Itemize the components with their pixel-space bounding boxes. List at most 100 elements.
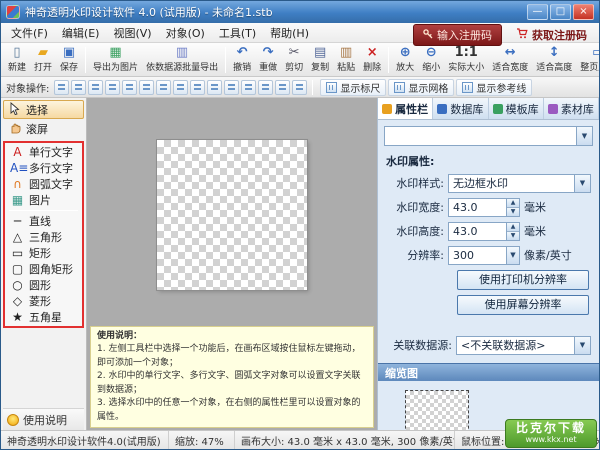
shape-tool-button[interactable]: ─ 直线 (6, 213, 81, 229)
toolbar-button[interactable]: ▤ 复制 (307, 44, 333, 75)
get-registration-code-label: 获取注册码 (532, 27, 587, 43)
menu-item[interactable]: 编辑(E) (55, 23, 107, 43)
multi-line-text-icon: A≡ (10, 162, 25, 174)
same-height-icon[interactable] (173, 80, 188, 95)
toolbar-button-label: 新建 (8, 60, 26, 73)
shape-tool-button[interactable]: ▦ 图片 (6, 192, 81, 208)
same-width-icon[interactable] (156, 80, 171, 95)
panel-tab[interactable]: 模板库 (489, 98, 544, 119)
toolbar-button[interactable]: ↷ 重做 (255, 44, 281, 75)
spin-up-icon[interactable]: ▲ (507, 199, 519, 208)
resolution-value: 300 (449, 249, 506, 262)
shape-tool-button[interactable]: ○ 圆形 (6, 277, 81, 293)
panel-tab-label: 模板库 (506, 101, 539, 117)
canvas-area[interactable]: 使用说明： 1. 左侧工具栏中选择一个功能后，在画布区域按住鼠标左键拖动，即可添… (87, 98, 377, 430)
shape-tool-label: 圆角矩形 (29, 261, 73, 277)
rounded-rectangle-icon: ▢ (10, 263, 25, 275)
instruction-line: 3. 选择水印中的任意一个对象，在右侧的属性栏里可以设置对象的属性。 (97, 397, 367, 424)
shape-tool-button[interactable]: A≡ 多行文字 (6, 160, 81, 176)
delete-icon: × (367, 46, 378, 60)
spin-up-icon[interactable]: ▲ (507, 223, 519, 232)
send-to-back-icon[interactable] (258, 80, 273, 95)
watermark-canvas[interactable] (157, 140, 307, 290)
align-center-horizontal-icon[interactable] (71, 80, 86, 95)
toolbar-button-label: 整页显示 (580, 60, 600, 73)
menu-item[interactable]: 对象(O) (159, 23, 212, 43)
bring-to-front-icon[interactable] (241, 80, 256, 95)
datasource-value: <不关联数据源> (457, 337, 574, 353)
align-top-icon[interactable] (105, 80, 120, 95)
view-toggle-button[interactable]: 显示标尺 (320, 79, 386, 96)
align-bottom-icon[interactable] (139, 80, 154, 95)
maximize-button[interactable]: □ (550, 4, 571, 20)
line-icon: ─ (10, 215, 25, 227)
enter-registration-code-button[interactable]: 输入注册码 (413, 24, 502, 46)
toolbar-button[interactable]: ▦ 导出为图片 (89, 44, 142, 75)
align-left-icon[interactable] (54, 80, 69, 95)
align-middle-icon[interactable] (122, 80, 137, 95)
toolbar-button[interactable]: ▯ 新建 (4, 44, 30, 75)
view-toggle-button[interactable]: 显示参考线 (456, 79, 532, 96)
close-button[interactable]: × (573, 4, 594, 20)
watermark-height-stepper[interactable]: 43.0 ▲▼ (448, 222, 520, 241)
equal-v-spacing-icon[interactable] (224, 80, 239, 95)
watermark-width-stepper[interactable]: 43.0 ▲▼ (448, 198, 520, 217)
toolbar-button[interactable]: ▰ 打开 (30, 44, 56, 75)
shape-tool-button[interactable]: A 单行文字 (6, 144, 81, 160)
use-printer-resolution-button[interactable]: 使用打印机分辨率 (457, 270, 589, 290)
spin-down-icon[interactable]: ▼ (507, 232, 519, 240)
spin-down-icon[interactable]: ▼ (507, 208, 519, 216)
panel-tab[interactable]: 数据库 (433, 98, 488, 119)
toolbar-button-label: 保存 (60, 60, 78, 73)
datasource-dropdown[interactable]: <不关联数据源> ▼ (456, 336, 591, 355)
toolbar-button[interactable]: ▣ 保存 (56, 44, 82, 75)
align-right-icon[interactable] (88, 80, 103, 95)
use-screen-resolution-button[interactable]: 使用屏幕分辨率 (457, 295, 589, 315)
menu-item[interactable]: 文件(F) (4, 23, 55, 43)
shape-tool-button[interactable]: △ 三角形 (6, 229, 81, 245)
get-registration-code-button[interactable]: 获取注册码 (510, 25, 593, 45)
shape-tool-button[interactable]: ▭ 矩形 (6, 245, 81, 261)
menu-item[interactable]: 帮助(H) (263, 23, 316, 43)
shape-tool-button[interactable]: ▢ 圆角矩形 (6, 261, 81, 277)
grid-icon (394, 82, 405, 93)
toolbar-button[interactable]: ⊕ 放大 (392, 44, 418, 75)
group-icon[interactable] (275, 80, 290, 95)
ungroup-icon[interactable] (292, 80, 307, 95)
tool-panel: 选择 滚屏 A 单行文字 A≡ 多行文 (1, 98, 87, 430)
toolbar-button[interactable]: ↕ 适合高度 (532, 44, 576, 75)
paste-icon: ▥ (340, 46, 352, 60)
toolbar-button[interactable]: ▥ 依数据源批量导出 (142, 44, 222, 75)
site-url: www.kkx.net (516, 435, 586, 444)
toolbar-button[interactable]: ↔ 适合宽度 (488, 44, 532, 75)
equal-h-spacing-icon[interactable] (207, 80, 222, 95)
object-operations-bar: 对象操作: (1, 77, 599, 98)
minimize-button[interactable]: — (527, 4, 548, 20)
shape-tool-button[interactable]: ◇ 菱形 (6, 293, 81, 309)
same-size-icon[interactable] (190, 80, 205, 95)
panel-tab[interactable]: 素材库 (544, 98, 599, 119)
help-button[interactable]: 使用说明 (3, 408, 84, 430)
circle-icon: ○ (10, 279, 25, 291)
shape-tool-button[interactable]: ★ 五角星 (6, 309, 81, 325)
scroll-tool-button[interactable]: 滚屏 (3, 119, 84, 138)
resolution-dropdown[interactable]: 300 ▼ (448, 246, 520, 265)
panel-tab[interactable]: 属性栏 (378, 98, 433, 119)
toolbar-button[interactable]: 1:1 实际大小 (444, 44, 488, 75)
menu-item[interactable]: 视图(V) (106, 23, 158, 43)
toolbar-button[interactable]: ⊖ 缩小 (418, 44, 444, 75)
menu-item[interactable]: 工具(T) (212, 23, 263, 43)
toolbar-button[interactable]: ↶ 撤销 (229, 44, 255, 75)
view-toggle-button[interactable]: 显示网格 (388, 79, 454, 96)
batch-export-icon: ▥ (176, 46, 188, 60)
object-select-dropdown[interactable]: ▼ (384, 126, 593, 146)
zoom-in-icon: ⊕ (400, 46, 411, 60)
shape-tool-button[interactable]: ∩ 圆弧文字 (6, 176, 81, 192)
watermark-style-dropdown[interactable]: 无边框水印 ▼ (448, 174, 591, 193)
toolbar-button[interactable]: × 删除 (359, 44, 385, 75)
view-toggle-label: 显示参考线 (476, 80, 526, 95)
toolbar-button[interactable]: ✂ 剪切 (281, 44, 307, 75)
toolbar-button[interactable]: ▥ 粘贴 (333, 44, 359, 75)
select-tool-button[interactable]: 选择 (3, 100, 84, 119)
toolbar-button[interactable]: ▭ 整页显示 (576, 44, 600, 75)
